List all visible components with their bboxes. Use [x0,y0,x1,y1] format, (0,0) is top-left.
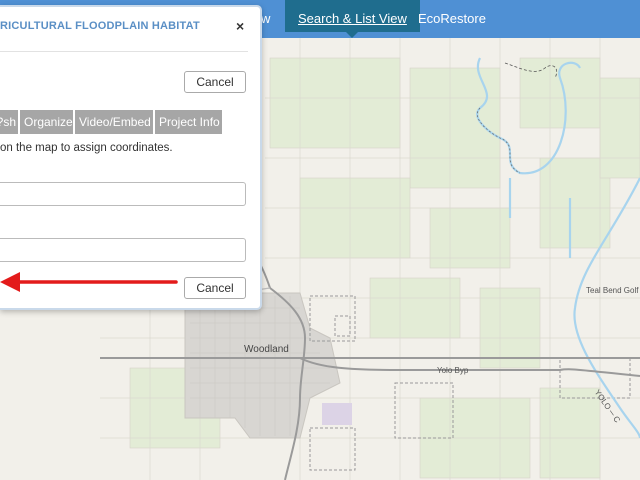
instruction-text: on the map to assign coordinates. [0,142,173,154]
tab-publish[interactable]: sh? [0,110,18,134]
map-label-golf-club: Teal Bend Golf Club [586,286,640,295]
project-edit-dialog: RICULTURAL FLOODPLAIN HABITAT × Cancel s… [0,5,262,310]
cancel-button-bottom[interactable]: Cancel [184,277,246,299]
coordinate-field-2[interactable] [0,238,246,262]
cancel-button-top[interactable]: Cancel [184,71,246,93]
map-label-yolo-byp: Yolo Byp [437,366,469,375]
dialog-title: RICULTURAL FLOODPLAIN HABITAT [0,20,200,32]
arrow-head-icon [0,272,20,292]
red-arrow-annotation [0,272,178,292]
tab-organize[interactable]: Organize [20,110,73,134]
coordinate-field-1[interactable] [0,182,246,206]
nav-item-search-list-view[interactable]: Search & List View [285,0,420,38]
nav-item-ecorestore[interactable]: EcoRestore [405,0,499,32]
dialog-divider [0,51,248,52]
tab-video-embed[interactable]: Video/Embed [75,110,153,134]
map-label-woodland: Woodland [244,344,289,355]
close-icon[interactable]: × [236,18,244,34]
tab-project-info[interactable]: Project Info [155,110,222,134]
